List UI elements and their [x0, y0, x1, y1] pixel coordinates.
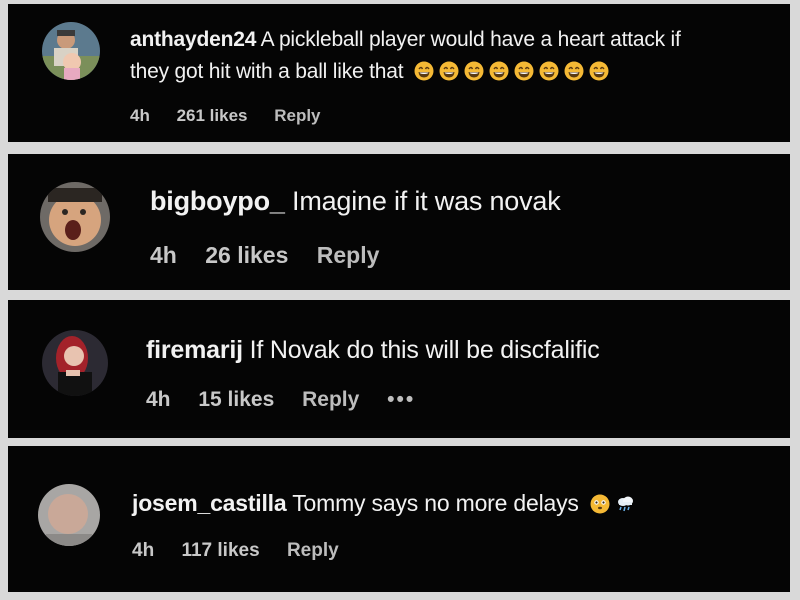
comment-item: bigboypo_ Imagine if it was novak 4h 26 …	[8, 154, 790, 290]
username[interactable]: firemarij	[146, 336, 243, 364]
username[interactable]: anthayden24	[130, 28, 256, 51]
laughing-icon	[439, 61, 459, 81]
laughing-icon	[414, 61, 434, 81]
comment-item: firemarij If Novak do this will be discf…	[8, 300, 790, 438]
timestamp: 4h	[132, 540, 155, 561]
avatar[interactable]	[42, 330, 108, 396]
username[interactable]: josem_castilla	[132, 490, 287, 516]
emoji-row	[585, 490, 635, 516]
laughing-icon	[489, 61, 509, 81]
reply-button[interactable]: Reply	[302, 388, 359, 411]
more-options-icon[interactable]: •••	[387, 388, 415, 411]
avatar[interactable]	[38, 484, 100, 546]
laughing-icon	[589, 61, 609, 81]
cloud-rain-icon	[615, 494, 635, 514]
comment-item: josem_castilla Tommy says no more delays…	[8, 446, 790, 592]
reply-button[interactable]: Reply	[317, 242, 380, 268]
timestamp: 4h	[130, 106, 150, 125]
likes-count[interactable]: 261 likes	[177, 106, 248, 125]
emoji-row	[409, 60, 609, 83]
laughing-icon	[514, 61, 534, 81]
reply-button[interactable]: Reply	[274, 106, 320, 125]
avatar[interactable]	[40, 182, 110, 252]
comment-text: If Novak do this will be discfalific	[249, 336, 600, 364]
flushed-icon	[590, 494, 610, 514]
laughing-icon	[539, 61, 559, 81]
username[interactable]: bigboypo_	[150, 186, 285, 216]
avatar[interactable]	[42, 22, 100, 80]
comment-text: A pickleball player would have a heart a…	[260, 28, 681, 51]
comment-text: they got hit with a ball like that	[130, 60, 404, 83]
likes-count[interactable]: 117 likes	[181, 540, 259, 561]
reply-button[interactable]: Reply	[287, 540, 339, 561]
likes-count[interactable]: 15 likes	[198, 388, 274, 411]
timestamp: 4h	[150, 242, 177, 268]
laughing-icon	[564, 61, 584, 81]
comment-item: anthayden24 A pickleball player would ha…	[8, 4, 790, 142]
comment-text: Tommy says no more delays	[292, 490, 579, 516]
laughing-icon	[464, 61, 484, 81]
likes-count[interactable]: 26 likes	[205, 242, 288, 268]
timestamp: 4h	[146, 388, 171, 411]
comment-text: Imagine if it was novak	[292, 186, 561, 216]
